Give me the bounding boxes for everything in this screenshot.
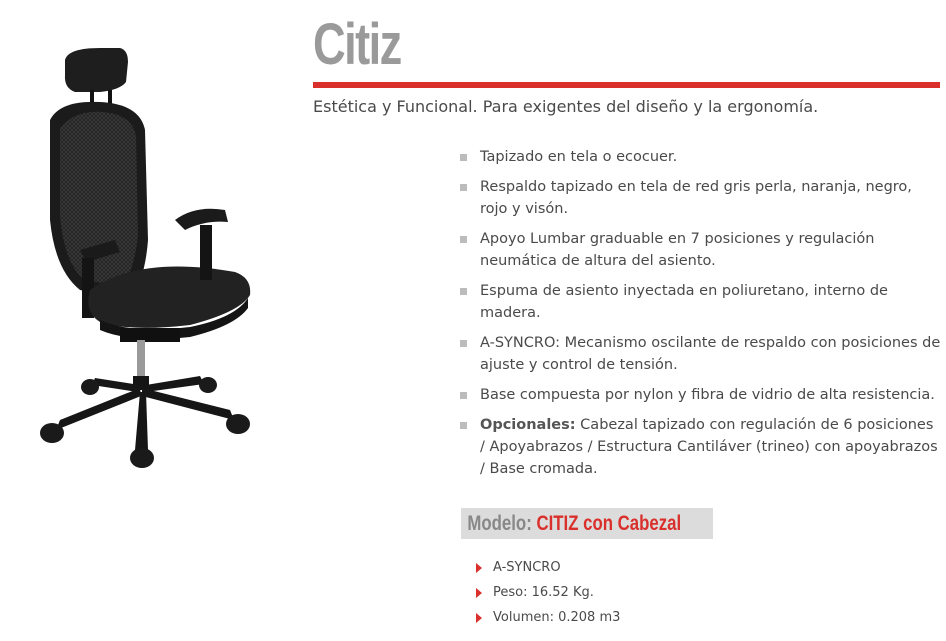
feature-text: Base compuesta por nylon y fibra de vidr…	[480, 387, 935, 403]
red-arrow-icon	[476, 563, 482, 573]
model-banner: Modelo: CITIZ con Cabezal	[461, 508, 713, 539]
square-bullet-icon	[460, 184, 467, 191]
square-bullet-icon	[460, 422, 467, 429]
spec-item: Peso: 16.52 Kg.	[476, 580, 620, 605]
feature-list: Tapizado en tela o ecocuer. Respaldo tap…	[460, 146, 942, 488]
optional-label: Opcionales:	[480, 417, 576, 433]
square-bullet-icon	[460, 340, 467, 347]
office-chair-image	[40, 48, 251, 468]
feature-item-optional: Opcionales: Cabezal tapizado con regulac…	[460, 414, 942, 480]
feature-item: A-SYNCRO: Mecanismo oscilante de respald…	[460, 332, 942, 376]
spec-item: Volumen: 0.208 m3	[476, 605, 620, 630]
feature-item: Base compuesta por nylon y fibra de vidr…	[460, 384, 942, 406]
spec-text: A-SYNCRO	[493, 560, 561, 575]
feature-text: Espuma de asiento inyectada en poliureta…	[480, 283, 888, 321]
square-bullet-icon	[460, 392, 467, 399]
model-name: CITIZ con Cabezal	[536, 512, 682, 535]
feature-text: Tapizado en tela o ecocuer.	[480, 149, 678, 165]
feature-item: Espuma de asiento inyectada en poliureta…	[460, 280, 942, 324]
square-bullet-icon	[460, 154, 467, 161]
feature-text: Apoyo Lumbar graduable en 7 posiciones y…	[480, 231, 875, 269]
red-arrow-icon	[476, 588, 482, 598]
feature-text: Respaldo tapizado en tela de red gris pe…	[480, 179, 912, 217]
spec-text: Peso: 16.52 Kg.	[493, 585, 594, 600]
product-title: Citiz	[313, 12, 402, 77]
title-underline	[313, 82, 940, 88]
spec-item: A-SYNCRO	[476, 555, 620, 580]
feature-item: Apoyo Lumbar graduable en 7 posiciones y…	[460, 228, 942, 272]
feature-text: A-SYNCRO: Mecanismo oscilante de respald…	[480, 335, 941, 373]
model-label: Modelo:	[467, 512, 532, 535]
product-subtitle: Estética y Funcional. Para exigentes del…	[313, 97, 819, 116]
feature-item: Respaldo tapizado en tela de red gris pe…	[460, 176, 942, 220]
square-bullet-icon	[460, 288, 467, 295]
square-bullet-icon	[460, 236, 467, 243]
spec-text: Volumen: 0.208 m3	[493, 610, 621, 625]
spec-list: A-SYNCRO Peso: 16.52 Kg. Volumen: 0.208 …	[476, 555, 620, 630]
red-arrow-icon	[476, 613, 482, 623]
feature-item: Tapizado en tela o ecocuer.	[460, 146, 942, 168]
